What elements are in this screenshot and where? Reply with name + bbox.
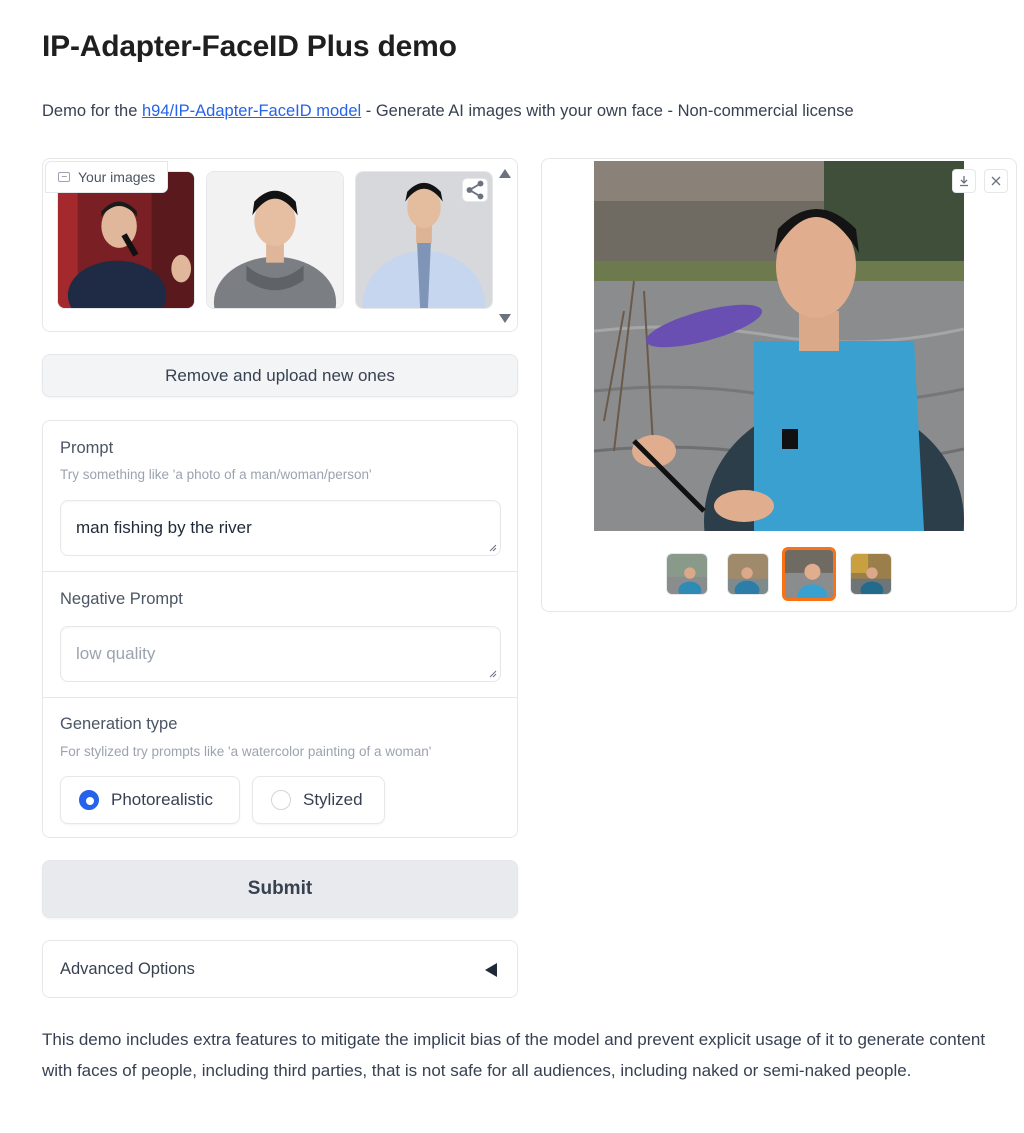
prompt-info: Try something like 'a photo of a man/wom… [60, 467, 372, 482]
gallery-label: Your images [45, 161, 169, 193]
model-link[interactable]: h94/IP-Adapter-FaceID model [142, 102, 361, 120]
radio-stylized[interactable]: Stylized [252, 776, 385, 824]
image-icon [58, 172, 70, 182]
prompt-value: man fishing by the river [76, 518, 252, 537]
generated-thumbnail-2[interactable] [727, 553, 769, 595]
uploaded-image-2[interactable] [206, 171, 344, 309]
negative-prompt-placeholder: low quality [76, 644, 156, 663]
uploaded-images-gallery: Your images [42, 158, 518, 332]
prompt-label: Prompt [60, 439, 114, 457]
generated-thumbnail-3[interactable] [782, 547, 836, 601]
generated-thumbnail-4[interactable] [850, 553, 892, 595]
resize-handle-icon[interactable] [488, 543, 497, 552]
advanced-options-accordion[interactable]: Advanced Options [42, 940, 518, 998]
negative-prompt-block: Negative Prompt low quality [43, 572, 517, 698]
generated-image-preview[interactable] [594, 161, 964, 531]
gallery-label-text: Your images [78, 169, 156, 185]
resize-handle-icon[interactable] [488, 669, 497, 678]
close-icon[interactable] [984, 169, 1008, 193]
radio-photorealistic-label: Photorealistic [111, 790, 214, 809]
page-title: IP-Adapter-FaceID Plus demo [42, 30, 457, 63]
submit-button[interactable]: Submit [42, 860, 518, 918]
generation-type-label: Generation type [60, 715, 178, 733]
radio-photorealistic[interactable]: Photorealistic [60, 776, 240, 824]
remove-and-upload-button[interactable]: Remove and upload new ones [42, 354, 518, 397]
caret-up-icon[interactable] [499, 169, 511, 178]
negative-prompt-label: Negative Prompt [60, 590, 183, 608]
disclaimer-text: This demo includes extra features to mit… [42, 1030, 986, 1080]
output-gallery [541, 158, 1017, 612]
radio-unselected-icon [271, 790, 291, 810]
prompt-block: Prompt Try something like 'a photo of a … [43, 421, 517, 572]
prompt-input[interactable]: man fishing by the river [60, 500, 501, 556]
caret-down-icon[interactable] [499, 314, 511, 323]
share-icon[interactable] [462, 178, 488, 202]
generated-thumbnail-1[interactable] [666, 553, 708, 595]
page-description: Demo for the h94/IP-Adapter-FaceID model… [42, 102, 854, 121]
uploaded-image-3[interactable] [355, 171, 493, 309]
description-prefix: Demo for the [42, 102, 142, 120]
generation-type-info: For stylized try prompts like 'a waterco… [60, 744, 432, 759]
radio-selected-icon [79, 790, 99, 810]
description-suffix: - Generate AI images with your own face … [361, 102, 854, 120]
caret-left-icon [485, 963, 497, 977]
download-icon[interactable] [952, 169, 976, 193]
radio-stylized-label: Stylized [303, 790, 363, 809]
prompt-form: Prompt Try something like 'a photo of a … [42, 420, 518, 838]
negative-prompt-input[interactable]: low quality [60, 626, 501, 682]
advanced-options-label: Advanced Options [60, 960, 195, 978]
